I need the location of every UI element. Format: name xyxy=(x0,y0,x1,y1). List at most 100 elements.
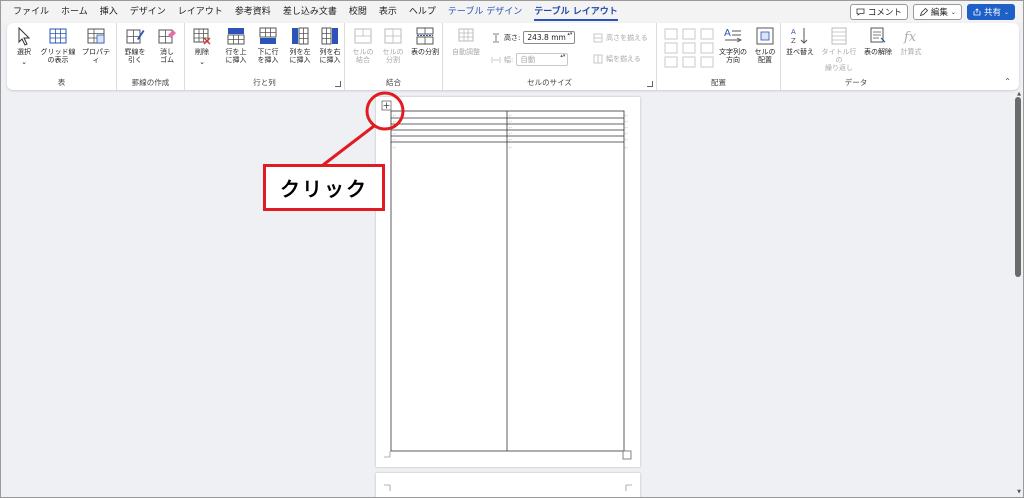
svg-text:↵: ↵ xyxy=(509,137,512,142)
draw-table-button[interactable]: 罫線を 引く xyxy=(121,26,149,64)
split-table-icon xyxy=(416,27,434,45)
insert-right-button[interactable]: 列を右 に挿入 xyxy=(315,26,345,64)
repeat-header-button[interactable]: タイトル行の 繰り返し xyxy=(819,26,859,72)
tab-view[interactable]: 表示 xyxy=(373,1,403,23)
insert-below-button[interactable]: 下に行 を挿入 xyxy=(253,26,283,64)
autofit-label: 自動調整 xyxy=(452,48,480,56)
height-input[interactable]: 243.8 mm xyxy=(523,31,576,44)
text-direction-icon: A xyxy=(724,28,743,43)
svg-text:↵: ↵ xyxy=(393,131,396,136)
tab-home[interactable]: ホーム xyxy=(55,1,94,23)
distribute-cols-button[interactable]: 幅を揃える xyxy=(593,54,641,64)
autofit-icon xyxy=(458,28,474,42)
word-window: ファイル ホーム 挿入 デザイン レイアウト 参考資料 差し込み文書 校閲 表示… xyxy=(0,0,1024,498)
width-input[interactable]: 自動 xyxy=(516,53,569,66)
svg-text:↵: ↵ xyxy=(393,125,396,130)
insert-left-label: 列を左 に挿入 xyxy=(289,48,311,64)
draw-table-icon xyxy=(126,29,145,44)
merge-cells-button[interactable]: セルの 結合 xyxy=(349,26,377,64)
convert-to-text-icon xyxy=(870,27,886,43)
table-move-handle[interactable] xyxy=(381,100,392,111)
split-table-button[interactable]: 表の分割 xyxy=(409,26,441,56)
cell-margins-label: セルの 配置 xyxy=(754,48,776,64)
gridlines-label: グリッド線 の表示 xyxy=(40,48,76,64)
merge-cells-label: セルの 結合 xyxy=(352,48,374,64)
callout-text: クリック xyxy=(280,177,368,201)
formula-icon: fx xyxy=(903,30,917,45)
select-label: 選択 xyxy=(17,48,31,56)
split-table-label: 表の分割 xyxy=(411,48,439,56)
svg-text:↵: ↵ xyxy=(625,145,628,150)
formula-label: 計算式 xyxy=(900,48,922,56)
autofit-button[interactable]: 自動調整 xyxy=(449,26,483,56)
svg-text:↵: ↵ xyxy=(625,119,628,124)
edit-mode-button[interactable]: 編集 ⌄ xyxy=(912,4,962,20)
insert-column-right-icon xyxy=(321,27,338,45)
svg-text:A: A xyxy=(791,28,796,36)
view-gridlines-button[interactable]: グリッド線 の表示 xyxy=(39,26,77,64)
tab-insert[interactable]: 挿入 xyxy=(94,1,124,23)
svg-text:↵: ↵ xyxy=(625,131,628,136)
delete-label: 削除 xyxy=(195,48,209,56)
insert-above-button[interactable]: 行を上 に挿入 xyxy=(221,26,251,64)
tab-layout[interactable]: レイアウト xyxy=(172,1,229,23)
svg-text:↵: ↵ xyxy=(509,119,512,124)
column-width-control: 幅: 自動 xyxy=(491,53,569,66)
convert-to-text-label: 表の解除 xyxy=(864,48,892,56)
text-direction-button[interactable]: A 文字列の 方向 xyxy=(717,26,749,64)
tab-file[interactable]: ファイル xyxy=(7,1,55,23)
insert-row-below-icon xyxy=(259,27,277,44)
select-button[interactable]: 選択 ⌄ xyxy=(13,26,35,66)
tab-mailings[interactable]: 差し込み文書 xyxy=(277,1,343,23)
row-height-icon xyxy=(493,33,499,42)
split-cells-icon xyxy=(384,28,402,44)
svg-text:↵: ↵ xyxy=(393,145,396,150)
chevron-down-icon: ⌄ xyxy=(1003,8,1009,16)
scroll-down-icon[interactable]: ▼ xyxy=(1017,489,1021,495)
tab-references[interactable]: 参考資料 xyxy=(229,1,277,23)
grid-icon xyxy=(49,28,67,44)
share-button[interactable]: 共有 ⌄ xyxy=(966,4,1015,20)
delete-button[interactable]: 削除 ⌄ xyxy=(189,26,215,66)
sort-button[interactable]: AZ 並べ替え xyxy=(785,26,815,56)
svg-text:↵: ↵ xyxy=(509,131,512,136)
properties-button[interactable]: プロパティ xyxy=(79,26,113,64)
eraser-label: 消し ゴム xyxy=(160,48,174,64)
collapse-ribbon-icon[interactable]: ⌃ xyxy=(1004,77,1011,86)
tab-table-layout[interactable]: テーブル レイアウト xyxy=(528,1,624,23)
table-delete-icon xyxy=(193,28,211,45)
tab-design[interactable]: デザイン xyxy=(124,1,172,23)
tab-table-design[interactable]: テーブル デザイン xyxy=(442,1,528,23)
group-label-table: 表 xyxy=(57,78,66,87)
convert-to-text-button[interactable]: 表の解除 xyxy=(861,26,895,56)
merge-cells-icon xyxy=(354,28,372,44)
page-2-margin-marks xyxy=(384,484,632,491)
svg-text:↵: ↵ xyxy=(625,125,628,130)
share-label: 共有 xyxy=(983,8,1001,18)
tab-help[interactable]: ヘルプ xyxy=(403,1,442,23)
distribute-rows-label: 高さを揃える xyxy=(606,34,648,42)
distribute-columns-icon xyxy=(593,54,603,64)
svg-text:↵: ↵ xyxy=(509,145,512,150)
svg-text:↵: ↵ xyxy=(393,113,396,118)
cell-margins-button[interactable]: セルの 配置 xyxy=(751,26,779,64)
formula-button[interactable]: fx 計算式 xyxy=(897,26,925,56)
document-page[interactable]: ↵ ↵ ↵ ↵ ↵ ↵ ↵ ↵ ↵ ↵ ↵ ↵ ↵ ↵ ↵ ↵ ↵ ↵ xyxy=(376,97,640,467)
split-cells-button[interactable]: セルの 分割 xyxy=(379,26,407,64)
group-rows-cols: 削除 ⌄ 行を上 に挿入 下に行 を挿入 列を左 に挿入 列を右 に挿入 行と列 xyxy=(185,23,345,90)
eraser-button[interactable]: 消し ゴム xyxy=(153,26,181,64)
vertical-scrollbar[interactable] xyxy=(1015,97,1021,277)
group-label-merge: 結合 xyxy=(386,78,401,87)
chevron-down-icon: ⌄ xyxy=(950,8,956,16)
distribute-rows-button[interactable]: 高さを揃える xyxy=(593,33,648,43)
group-label-rows-cols: 行と列 xyxy=(253,78,276,87)
column-width-icon xyxy=(491,56,501,63)
group-table: 選択 ⌄ グリッド線 の表示 プロパティ 表 xyxy=(7,23,117,90)
svg-text:↵: ↵ xyxy=(393,119,396,124)
eraser-icon xyxy=(158,29,176,44)
tab-review[interactable]: 校閲 xyxy=(343,1,373,23)
insert-left-button[interactable]: 列を左 に挿入 xyxy=(285,26,315,64)
cell-alignment-icons xyxy=(664,28,714,68)
document-page-2[interactable] xyxy=(376,473,640,497)
comment-button[interactable]: コメント xyxy=(849,4,908,20)
